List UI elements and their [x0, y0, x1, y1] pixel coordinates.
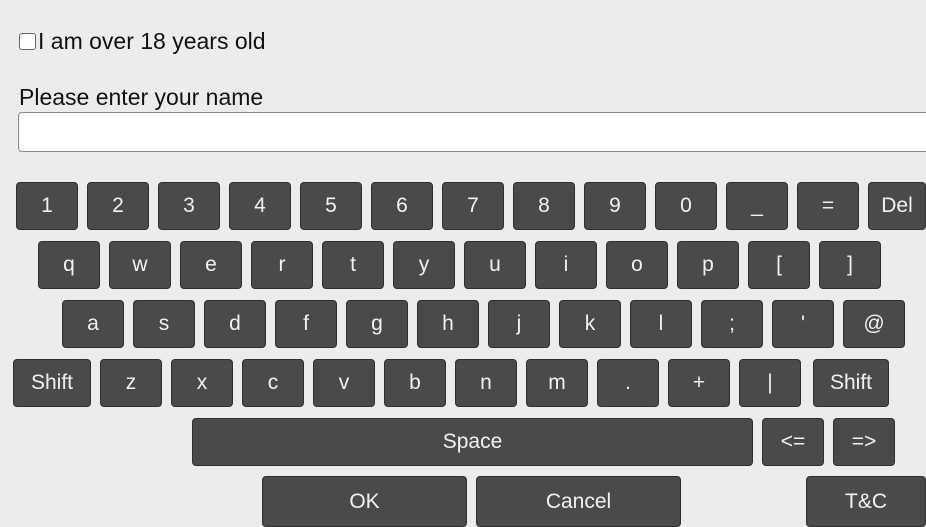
key-h[interactable]: h: [417, 300, 479, 348]
key-6[interactable]: 6: [371, 182, 433, 230]
key-c[interactable]: c: [242, 359, 304, 407]
on-screen-keyboard: 1 2 3 4 5 6 7 8 9 0 _ = Del q w e r t y …: [0, 0, 926, 527]
key-underscore[interactable]: _: [726, 182, 788, 230]
key-2[interactable]: 2: [87, 182, 149, 230]
terms-button[interactable]: T&C: [806, 476, 926, 527]
key-0[interactable]: 0: [655, 182, 717, 230]
key-semicolon[interactable]: ;: [701, 300, 763, 348]
key-b[interactable]: b: [384, 359, 446, 407]
key-e[interactable]: e: [180, 241, 242, 289]
key-pipe[interactable]: |: [739, 359, 801, 407]
key-space[interactable]: Space: [192, 418, 753, 466]
key-apostrophe[interactable]: ': [772, 300, 834, 348]
key-4[interactable]: 4: [229, 182, 291, 230]
key-equals[interactable]: =: [797, 182, 859, 230]
key-a[interactable]: a: [62, 300, 124, 348]
key-8[interactable]: 8: [513, 182, 575, 230]
ok-button[interactable]: OK: [262, 476, 467, 527]
key-plus[interactable]: +: [668, 359, 730, 407]
key-d[interactable]: d: [204, 300, 266, 348]
key-y[interactable]: y: [393, 241, 455, 289]
key-cursor-right[interactable]: =>: [833, 418, 895, 466]
key-9[interactable]: 9: [584, 182, 646, 230]
key-j[interactable]: j: [488, 300, 550, 348]
cancel-button[interactable]: Cancel: [476, 476, 681, 527]
key-t[interactable]: t: [322, 241, 384, 289]
key-m[interactable]: m: [526, 359, 588, 407]
key-s[interactable]: s: [133, 300, 195, 348]
key-n[interactable]: n: [455, 359, 517, 407]
key-5[interactable]: 5: [300, 182, 362, 230]
key-v[interactable]: v: [313, 359, 375, 407]
key-cursor-left[interactable]: <=: [762, 418, 824, 466]
key-shift-left[interactable]: Shift: [13, 359, 91, 407]
key-w[interactable]: w: [109, 241, 171, 289]
key-p[interactable]: p: [677, 241, 739, 289]
key-delete[interactable]: Del: [868, 182, 926, 230]
key-q[interactable]: q: [38, 241, 100, 289]
key-7[interactable]: 7: [442, 182, 504, 230]
key-z[interactable]: z: [100, 359, 162, 407]
key-3[interactable]: 3: [158, 182, 220, 230]
key-l[interactable]: l: [630, 300, 692, 348]
key-left-bracket[interactable]: [: [748, 241, 810, 289]
key-at[interactable]: @: [843, 300, 905, 348]
key-r[interactable]: r: [251, 241, 313, 289]
key-g[interactable]: g: [346, 300, 408, 348]
key-1[interactable]: 1: [16, 182, 78, 230]
key-shift-right[interactable]: Shift: [813, 359, 889, 407]
key-x[interactable]: x: [171, 359, 233, 407]
name-entry-screen: I am over 18 years old Please enter your…: [0, 0, 926, 527]
key-k[interactable]: k: [559, 300, 621, 348]
key-u[interactable]: u: [464, 241, 526, 289]
key-right-bracket[interactable]: ]: [819, 241, 881, 289]
key-o[interactable]: o: [606, 241, 668, 289]
key-period[interactable]: .: [597, 359, 659, 407]
key-f[interactable]: f: [275, 300, 337, 348]
key-i[interactable]: i: [535, 241, 597, 289]
